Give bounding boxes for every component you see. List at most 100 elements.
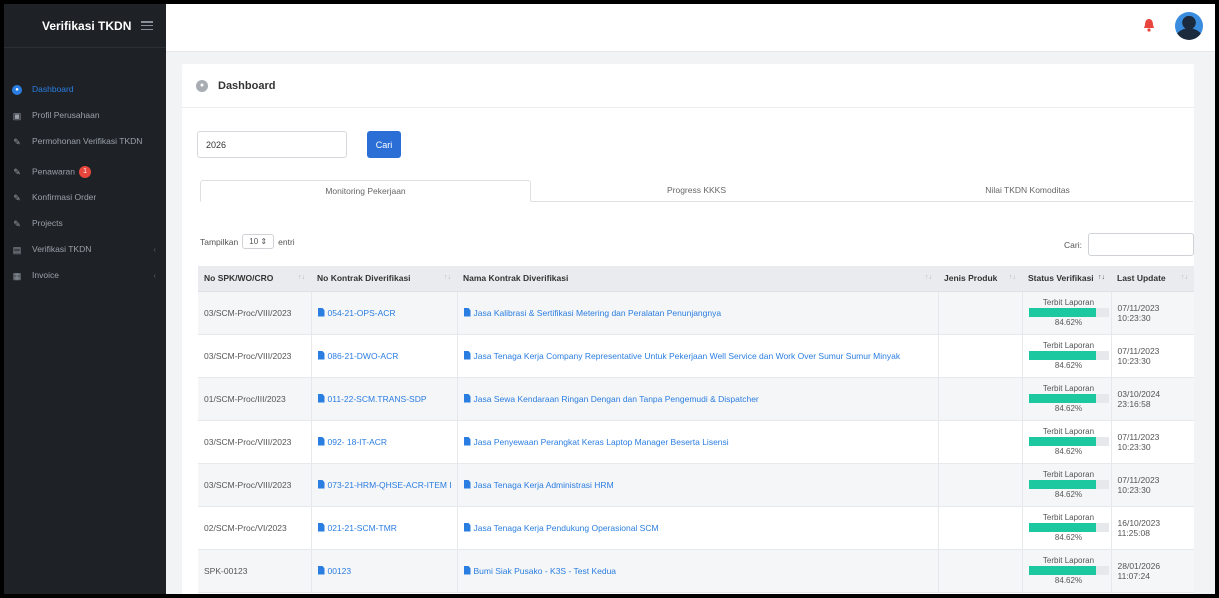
sidebar-item-label: Konfirmasi Order <box>32 192 97 202</box>
jenis-cell <box>937 506 1022 550</box>
jenis-cell <box>937 463 1022 507</box>
monitoring-table: No SPK/WO/CRO ↑↓ No Kontrak Diverifikasi ↑… <box>198 266 1194 593</box>
sidebar-item-konfirmasi-order[interactable]: ✎ Konfirmasi Order <box>4 192 166 218</box>
kontrak-cell[interactable]: 00123 <box>310 549 457 593</box>
column-header[interactable]: No SPK/WO/CRO ↑↓ <box>198 266 311 292</box>
kontrak-link[interactable]: 00123 <box>328 566 352 576</box>
kontrak-cell[interactable]: 086-21-DWO-ACR <box>310 334 457 378</box>
page-title: Dashboard <box>218 79 276 92</box>
progress-text: 84.62% <box>1054 490 1083 499</box>
table-search-label: Cari: <box>1064 239 1082 250</box>
sidebar-item-profil-perusahaan[interactable]: ▣ Profil Perusahaan <box>4 110 166 136</box>
progress-bar <box>1028 351 1109 360</box>
sidebar-menu: ● Dashboard ▣ Profil Perusahaan ✎ Permoh… <box>4 84 166 296</box>
tab-progress-kkks[interactable]: Progress KKKS <box>531 180 862 201</box>
progress-fill <box>1028 566 1097 575</box>
status-cell: Terbit Laporan 84.62% <box>1021 463 1111 507</box>
kontrak-link[interactable]: 086-21-DWO-ACR <box>328 351 399 361</box>
year-input[interactable] <box>197 131 347 158</box>
page-length-suffix: entri <box>278 236 295 247</box>
table-header-row: No SPK/WO/CRO ↑↓ No Kontrak Diverifikasi ↑… <box>198 266 1194 292</box>
nama-link[interactable]: Jasa Penyewaan Perangkat Keras Laptop Ma… <box>474 437 729 447</box>
sidebar-item-permohonan-verifikasi[interactable]: ✎ Permohonan Verifikasi TKDN <box>4 136 166 166</box>
column-header[interactable]: Last Update ↑↓ <box>1111 266 1194 292</box>
last-update-cell: 03/10/2024 23:16:58 <box>1110 377 1194 421</box>
page-length-select[interactable]: 10 ⇕ <box>242 234 275 249</box>
column-header[interactable]: No Kontrak Diverifikasi ↑↓ <box>311 266 457 292</box>
status-cell: Terbit Laporan 84.62% <box>1021 377 1111 421</box>
file-icon <box>463 350 471 360</box>
nama-cell[interactable]: Jasa Sewa Kendaraan Ringan Dengan dan Ta… <box>456 377 938 421</box>
kontrak-cell[interactable]: 054-21-OPS-ACR <box>310 291 457 335</box>
kontrak-cell[interactable]: 073-21-HRM-QHSE-ACR-ITEM I <box>310 463 457 507</box>
sort-icon: ↑↓ <box>1009 274 1016 281</box>
brand: Verifikasi TKDN <box>4 4 166 48</box>
status-cell: Terbit Laporan 84.62% <box>1021 334 1111 378</box>
status-cell: Terbit Laporan 84.62% <box>1021 291 1111 335</box>
status-text: Terbit Laporan <box>1042 298 1095 307</box>
progress-bar <box>1028 308 1109 317</box>
page-length-prefix: Tampilkan <box>200 236 239 247</box>
nama-link[interactable]: Jasa Tenaga Kerja Company Representative… <box>474 351 901 361</box>
sidebar-item-label: Verifikasi TKDN <box>32 244 92 254</box>
nama-link[interactable]: Jasa Kalibrasi & Sertifikasi Metering da… <box>474 308 722 318</box>
sidebar-item-verifikasi-tkdn[interactable]: ▤ Verifikasi TKDN ‹ <box>4 244 166 270</box>
kontrak-link[interactable]: 073-21-HRM-QHSE-ACR-ITEM I <box>328 480 452 490</box>
year-filter: Cari <box>197 131 401 158</box>
column-header-label: Nama Kontrak Diverifikasi <box>463 273 569 284</box>
kontrak-link[interactable]: 021-21-SCM-TMR <box>328 523 397 533</box>
kontrak-cell[interactable]: 092- 18-IT-ACR <box>310 420 457 464</box>
edit-icon: ✎ <box>13 166 21 177</box>
last-update-cell: 07/11/2023 10:23:30 <box>1110 420 1194 464</box>
nama-cell[interactable]: Jasa Tenaga Kerja Company Representative… <box>456 334 938 378</box>
progress-text: 84.62% <box>1054 318 1083 327</box>
progress-bar <box>1028 566 1109 575</box>
table-search-input[interactable] <box>1088 233 1194 256</box>
sidebar-item-dashboard[interactable]: ● Dashboard <box>4 84 166 110</box>
progress-fill <box>1028 308 1097 317</box>
nama-link[interactable]: Jasa Tenaga Kerja Pendukung Operasional … <box>474 523 659 533</box>
kontrak-cell[interactable]: 021-21-SCM-TMR <box>310 506 457 550</box>
nama-cell[interactable]: Jasa Penyewaan Perangkat Keras Laptop Ma… <box>456 420 938 464</box>
nama-cell[interactable]: Jasa Tenaga Kerja Administrasi HRM <box>456 463 938 507</box>
progress-fill <box>1028 394 1097 403</box>
nama-link[interactable]: Jasa Tenaga Kerja Administrasi HRM <box>474 480 614 490</box>
notification-badge: 1 <box>79 166 92 178</box>
tab-nilai-tkdn-komoditas[interactable]: Nilai TKDN Komoditas <box>862 180 1193 201</box>
column-header[interactable]: Nama Kontrak Diverifikasi ↑↓ <box>457 266 938 292</box>
topbar <box>166 4 1215 52</box>
bell-icon[interactable] <box>1143 18 1155 32</box>
progress-fill <box>1028 351 1097 360</box>
nama-cell[interactable]: Jasa Kalibrasi & Sertifikasi Metering da… <box>456 291 938 335</box>
column-header[interactable]: Jenis Produk ↑↓ <box>938 266 1022 292</box>
nama-link[interactable]: Jasa Sewa Kendaraan Ringan Dengan dan Ta… <box>474 394 759 404</box>
status-cell: Terbit Laporan 84.62% <box>1021 420 1111 464</box>
search-button[interactable]: Cari <box>367 131 401 158</box>
nama-link[interactable]: Bumi Siak Pusako - K3S - Test Kedua <box>474 566 617 576</box>
sidebar-item-projects[interactable]: ✎ Projects <box>4 218 166 244</box>
sidebar-item-invoice[interactable]: ▦ Invoice ‹ <box>4 270 166 296</box>
dashboard-card: ● Dashboard Cari Monitoring Pekerjaan Pr… <box>182 64 1194 594</box>
kontrak-link[interactable]: 011-22-SCM.TRANS-SDP <box>328 394 427 404</box>
progress-bar <box>1028 480 1109 489</box>
sidebar-item-penawaran[interactable]: ✎ Penawaran 1 <box>4 166 166 192</box>
edit-icon: ✎ <box>13 218 21 229</box>
progress-fill <box>1028 523 1097 532</box>
kontrak-link[interactable]: 054-21-OPS-ACR <box>328 308 396 318</box>
spk-cell: 03/SCM-Proc/VIII/2023 <box>198 291 311 335</box>
kontrak-link[interactable]: 092- 18-IT-ACR <box>328 437 388 447</box>
avatar[interactable] <box>1175 12 1203 40</box>
progress-text: 84.62% <box>1054 404 1083 413</box>
progress-bar <box>1028 437 1109 446</box>
kontrak-cell[interactable]: 011-22-SCM.TRANS-SDP <box>310 377 457 421</box>
sidebar-item-label: Profil Perusahaan <box>32 110 100 120</box>
tab-monitoring-pekerjaan[interactable]: Monitoring Pekerjaan <box>200 180 531 202</box>
dashboard-icon: ● <box>12 85 22 95</box>
menu-toggle-icon[interactable] <box>141 21 154 30</box>
nama-cell[interactable]: Jasa Tenaga Kerja Pendukung Operasional … <box>456 506 938 550</box>
nama-cell[interactable]: Bumi Siak Pusako - K3S - Test Kedua <box>456 549 938 593</box>
column-header-label: No Kontrak Diverifikasi <box>317 273 411 284</box>
table-row: 03/SCM-Proc/VIII/2023 073-21-HRM-QHSE-ACR… <box>198 463 1194 507</box>
table-row: 03/SCM-Proc/VIII/2023 054-21-OPS-ACR Jasa … <box>198 291 1194 335</box>
column-header[interactable]: Status Verifikasi ↑↓ <box>1022 266 1111 292</box>
